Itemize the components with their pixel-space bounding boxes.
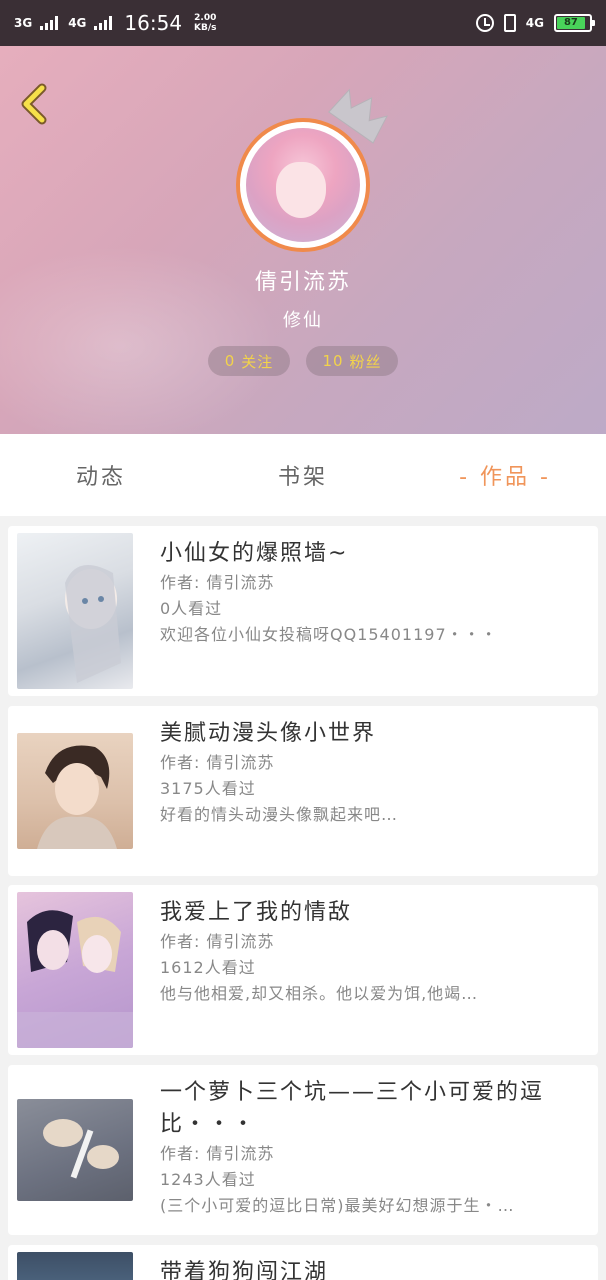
signal-icon-2 [94, 16, 113, 30]
work-views: 0人看过 [160, 599, 223, 618]
network-4g-label: 4G [68, 16, 87, 30]
anime-girl-cover-icon [17, 533, 133, 689]
speed-unit: KB/s [194, 23, 217, 33]
work-views: 3175人看过 [160, 779, 256, 798]
profile-rank: 修仙 [283, 310, 323, 331]
network-3g-label: 3G [14, 16, 33, 30]
fans-count-button[interactable]: 10 粉丝 [306, 346, 398, 376]
works-list: 小仙女的爆照墙~ 作者: 倩引流苏 0人看过 欢迎各位小仙女投稿呀QQ15401… [0, 516, 606, 1280]
follow-label: 关注 [241, 352, 274, 371]
work-title: 一个萝卜三个坑——三个小可爱的逗比・・・ [160, 1080, 545, 1137]
work-author: 作者: 倩引流苏 [160, 1144, 275, 1163]
work-author: 作者: 倩引流苏 [160, 932, 275, 951]
follow-count-button[interactable]: 0 关注 [208, 346, 290, 376]
fans-count: 10 [322, 352, 344, 370]
work-info: 美腻动漫头像小世界 作者: 倩引流苏 3175人看过 好看的情头动漫头像飘起来吧… [160, 718, 588, 828]
work-info: 带着狗狗闯江湖 [160, 1257, 588, 1280]
profile-name: 倩引流苏 [254, 270, 351, 295]
profile-header: 倩引流苏 修仙 0 关注 10 粉丝 [0, 46, 606, 434]
work-author: 作者: 倩引流苏 [160, 753, 275, 772]
work-card[interactable]: 一个萝卜三个坑——三个小可爱的逗比・・・ 作者: 倩引流苏 1243人看过 (三… [8, 1065, 598, 1235]
work-card[interactable]: 带着狗狗闯江湖 [8, 1245, 598, 1280]
work-views: 1243人看过 [160, 1170, 256, 1189]
work-desc: (三个小可爱的逗比日常)最美好幻想源于生・… [160, 1196, 515, 1215]
work-desc: 他与他相爱,却又相杀。他以爱为饵,他竭… [160, 984, 479, 1003]
network-speed: 2.00 KB/s [194, 13, 216, 33]
alarm-icon [475, 14, 494, 32]
back-arrow-icon[interactable] [16, 82, 56, 126]
work-card[interactable]: 小仙女的爆照墙~ 作者: 倩引流苏 0人看过 欢迎各位小仙女投稿呀QQ15401… [8, 526, 598, 696]
speed-value: 2.00 [194, 13, 217, 23]
work-info: 一个萝卜三个坑——三个小可爱的逗比・・・ 作者: 倩引流苏 1243人看过 (三… [160, 1077, 588, 1219]
battery-level: 87 [557, 17, 585, 29]
tab-bookshelf[interactable]: 书架 [202, 459, 404, 491]
vibrate-icon [503, 14, 516, 32]
battery-icon: 87 [554, 14, 595, 32]
avatar-image [246, 128, 360, 242]
network-4g-label-2: 4G [525, 16, 544, 30]
work-title: 美腻动漫头像小世界 [160, 721, 377, 746]
work-title: 带着狗狗闯江湖 [160, 1260, 329, 1280]
work-title: 我爱上了我的情敌 [160, 900, 353, 925]
avatar[interactable] [236, 118, 370, 252]
status-bar: 3G 4G 16:54 2.00 KB/s 4G 87 [0, 0, 606, 46]
anime-boy-cover-icon [17, 733, 133, 849]
work-info: 我爱上了我的情敌 作者: 倩引流苏 1612人看过 他与他相爱,却又相杀。他以爱… [160, 897, 588, 1007]
follow-count: 0 [224, 352, 236, 370]
cat-paw-cover-icon [17, 1099, 133, 1201]
signal-icon [40, 16, 59, 30]
work-views: 1612人看过 [160, 958, 256, 977]
work-title: 小仙女的爆照墙~ [160, 541, 349, 566]
work-desc: 欢迎各位小仙女投稿呀QQ15401197・・・ [160, 625, 498, 644]
work-card[interactable]: 美腻动漫头像小世界 作者: 倩引流苏 3175人看过 好看的情头动漫头像飘起来吧… [8, 706, 598, 876]
anime-couple-cover-icon [17, 892, 133, 1048]
work-author: 作者: 倩引流苏 [160, 573, 275, 592]
fans-label: 粉丝 [349, 352, 382, 371]
dog-cover-icon [17, 1252, 133, 1280]
tab-works[interactable]: - 作品 - [404, 459, 606, 491]
work-card[interactable]: 我爱上了我的情敌 作者: 倩引流苏 1612人看过 他与他相爱,却又相杀。他以爱… [8, 885, 598, 1055]
profile-tabs: 动态 书架 - 作品 - [0, 434, 606, 516]
clock: 16:54 [124, 11, 183, 35]
tab-activity[interactable]: 动态 [0, 459, 202, 491]
work-info: 小仙女的爆照墙~ 作者: 倩引流苏 0人看过 欢迎各位小仙女投稿呀QQ15401… [160, 538, 588, 648]
work-desc: 好看的情头动漫头像飘起来吧… [160, 805, 399, 824]
